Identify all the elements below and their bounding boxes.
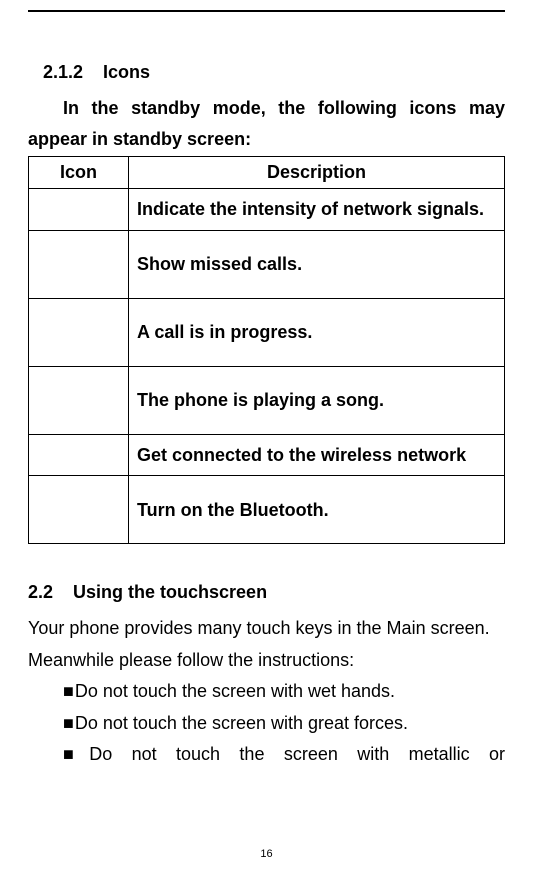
section-body: Your phone provides many touch keys in t… xyxy=(28,613,505,676)
header-divider xyxy=(28,10,505,12)
bullet-list: ■Do not touch the screen with wet hands.… xyxy=(28,676,505,771)
bullet-text: Do not touch the screen with great force… xyxy=(75,713,408,733)
icon-cell xyxy=(29,366,129,434)
bullet-item: ■Do not touch the screen with wet hands. xyxy=(63,676,505,708)
table-row: The phone is playing a song. xyxy=(29,366,505,434)
icon-cell xyxy=(29,298,129,366)
section-heading-touchscreen: 2.2 Using the touchscreen xyxy=(28,582,505,603)
icon-cell xyxy=(29,434,129,476)
square-bullet-icon: ■ xyxy=(63,681,74,701)
description-cell: Turn on the Bluetooth. xyxy=(129,476,505,544)
section-number: 2.1.2 xyxy=(43,62,83,82)
header-description: Description xyxy=(129,157,505,189)
section-number: 2.2 xyxy=(28,582,53,602)
table-row: Indicate the intensity of network signal… xyxy=(29,189,505,231)
section-heading-icons: 2.1.2 Icons xyxy=(43,62,505,83)
table-row: Turn on the Bluetooth. xyxy=(29,476,505,544)
icon-cell xyxy=(29,189,129,231)
table-row: Get connected to the wireless network xyxy=(29,434,505,476)
bullet-text: Do not touch the screen with wet hands. xyxy=(75,681,395,701)
icons-table: Icon Description Indicate the intensity … xyxy=(28,156,505,544)
icon-cell xyxy=(29,476,129,544)
description-cell: Get connected to the wireless network xyxy=(129,434,505,476)
description-cell: Indicate the intensity of network signal… xyxy=(129,189,505,231)
bullet-text: Do not touch the screen with metallic or xyxy=(89,744,505,764)
section-intro: In the standby mode, the following icons… xyxy=(28,93,505,154)
description-cell: Show missed calls. xyxy=(129,230,505,298)
description-cell: A call is in progress. xyxy=(129,298,505,366)
square-bullet-icon: ■ xyxy=(63,713,74,733)
table-row: A call is in progress. xyxy=(29,298,505,366)
section-title: Icons xyxy=(103,62,150,82)
square-bullet-icon: ■ xyxy=(63,744,88,764)
table-header-row: Icon Description xyxy=(29,157,505,189)
bullet-item: ■Do not touch the screen with great forc… xyxy=(63,708,505,740)
description-cell: The phone is playing a song. xyxy=(129,366,505,434)
icon-cell xyxy=(29,230,129,298)
page-number: 16 xyxy=(0,848,533,860)
bullet-item: ■Do not touch the screen with metallic o… xyxy=(63,739,505,771)
table-row: Show missed calls. xyxy=(29,230,505,298)
header-icon: Icon xyxy=(29,157,129,189)
section-title: Using the touchscreen xyxy=(73,582,267,602)
